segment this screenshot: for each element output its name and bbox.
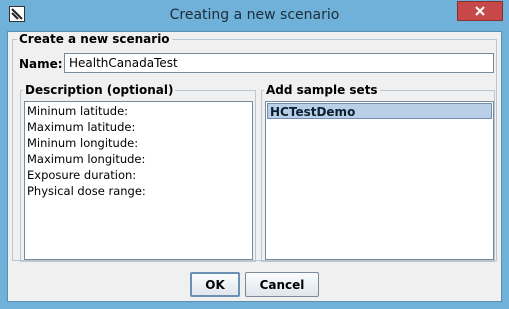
description-line: Physical dose range: bbox=[27, 184, 146, 198]
sample-sets-group: Add sample sets HCTestDemo bbox=[261, 83, 495, 262]
description-group: Description (optional) Mininum latitude:… bbox=[20, 83, 256, 262]
dialog-content: Create a new scenario Name: Description … bbox=[7, 31, 502, 302]
description-line: Exposure duration: bbox=[27, 168, 137, 182]
description-line: Mininum latitude: bbox=[27, 104, 129, 118]
close-icon bbox=[475, 6, 485, 16]
description-line: Maximum longitude: bbox=[27, 152, 146, 166]
list-item[interactable]: HCTestDemo bbox=[267, 103, 492, 119]
cancel-button[interactable]: Cancel bbox=[245, 272, 319, 297]
description-legend: Description (optional) bbox=[23, 83, 176, 97]
create-scenario-legend: Create a new scenario bbox=[17, 32, 172, 46]
sample-sets-list[interactable]: HCTestDemo bbox=[265, 101, 494, 260]
window-title: Creating a new scenario bbox=[169, 7, 340, 23]
title-bar[interactable]: Creating a new scenario bbox=[0, 0, 509, 31]
close-button[interactable] bbox=[457, 1, 503, 21]
description-line: Mininum longitude: bbox=[27, 136, 139, 150]
name-input[interactable] bbox=[64, 53, 494, 73]
name-label: Name: bbox=[19, 57, 63, 71]
create-scenario-group: Create a new scenario Name: Description … bbox=[12, 32, 497, 262]
ok-button[interactable]: OK bbox=[190, 272, 240, 297]
sample-sets-legend: Add sample sets bbox=[264, 83, 380, 97]
dialog-window: Creating a new scenario Create a new sce… bbox=[0, 0, 509, 309]
description-textarea[interactable]: Mininum latitude: Maximum latitude: Mini… bbox=[24, 101, 253, 260]
description-line: Maximum latitude: bbox=[27, 120, 136, 134]
